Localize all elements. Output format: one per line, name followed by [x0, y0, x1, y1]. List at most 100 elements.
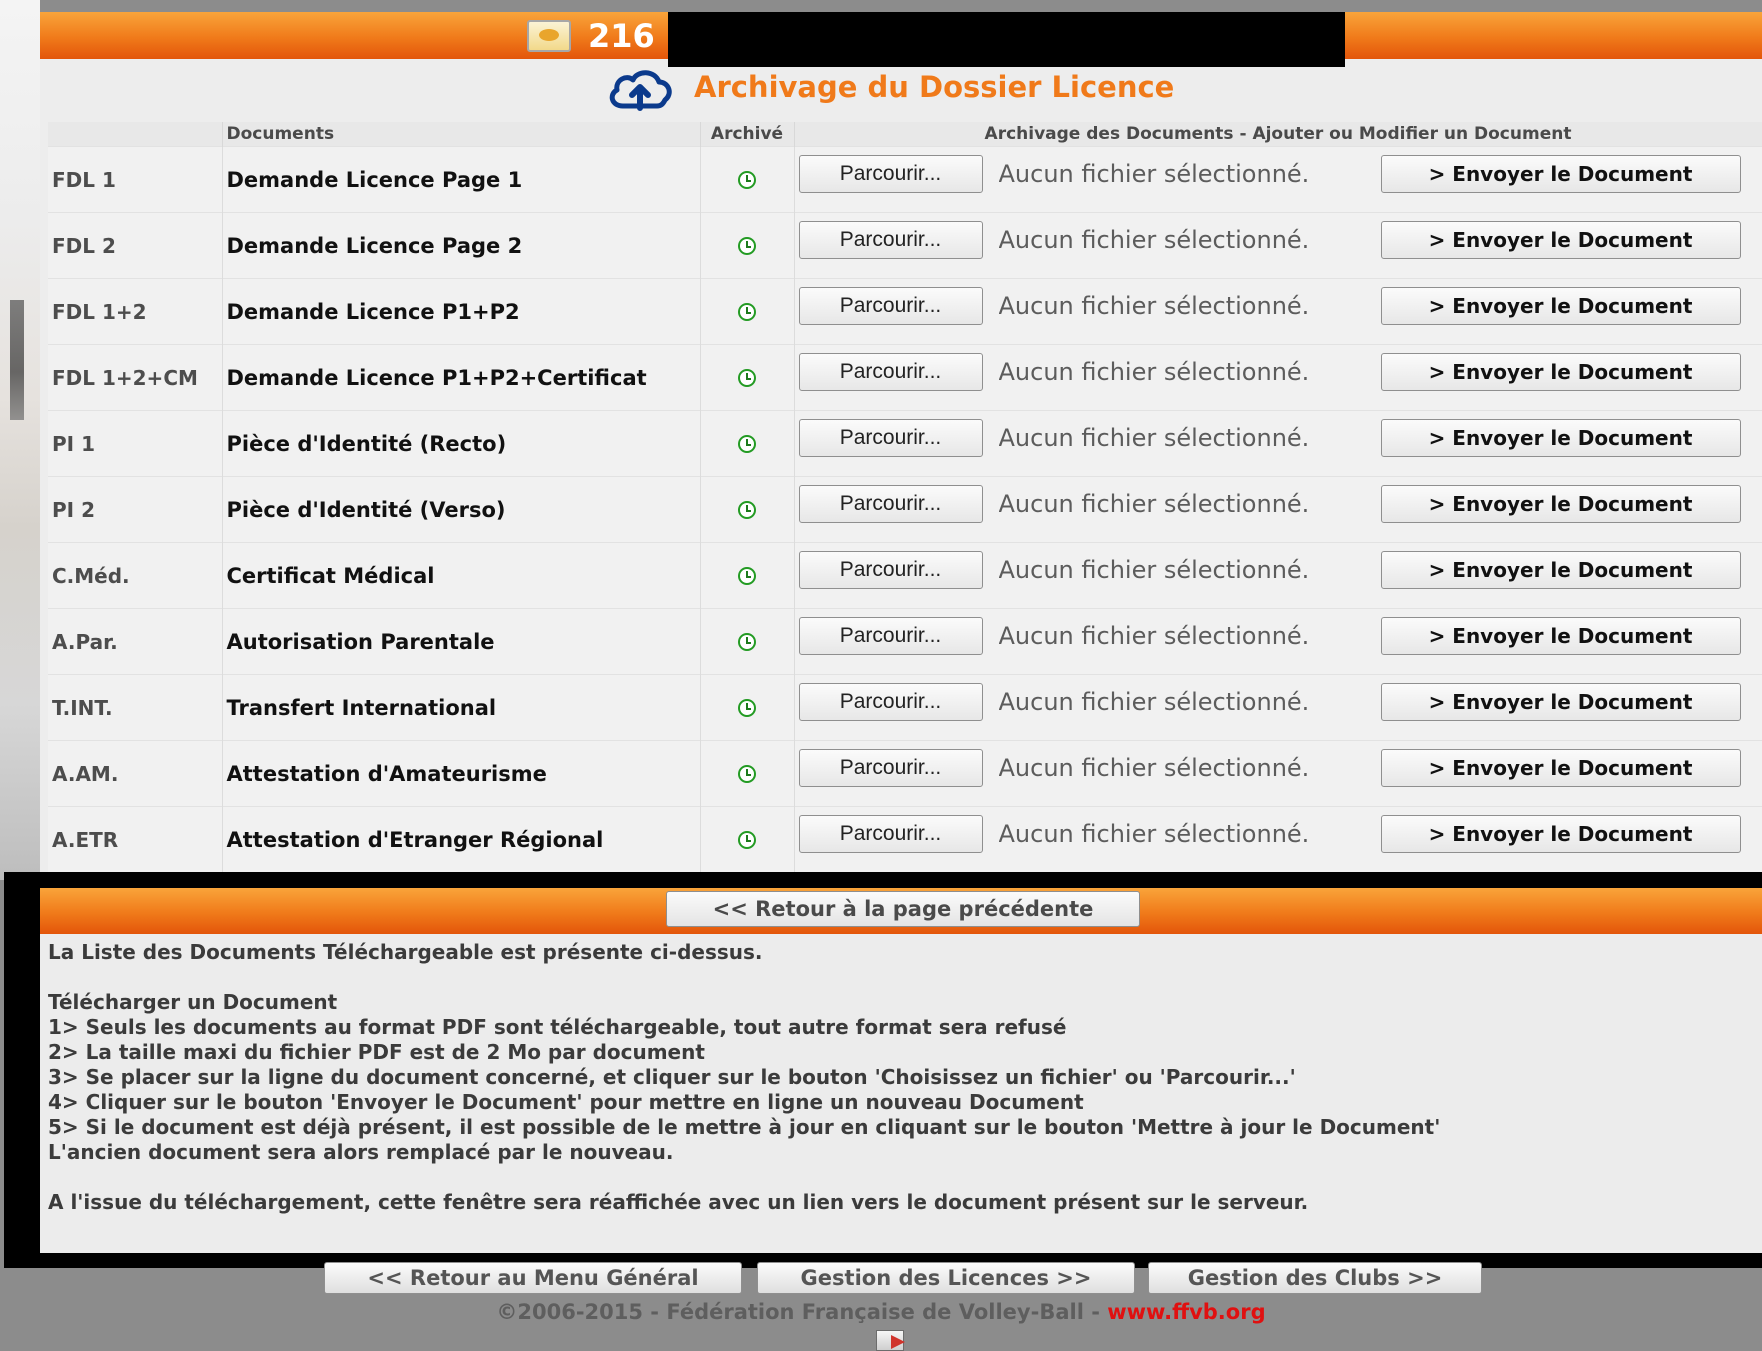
send-document-button[interactable]: > Envoyer le Document: [1380, 154, 1741, 193]
selected-file-status: Aucun fichier sélectionné.: [998, 753, 1310, 782]
upload-cell: Parcourir... Aucun fichier sélectionné. > …: [794, 410, 1762, 477]
ffvb-site-link[interactable]: www.ffvb.org: [1107, 1300, 1265, 1324]
send-document-button[interactable]: > Envoyer le Document: [1380, 550, 1741, 589]
archived-cell: [700, 410, 795, 477]
page-title: 216: [588, 17, 655, 55]
document-label: Demande Licence Page 2: [222, 212, 701, 279]
send-document-button[interactable]: > Envoyer le Document: [1380, 352, 1741, 391]
instruction-step: 5> Si le document est déjà présent, il e…: [48, 1115, 1441, 1139]
upload-controls: Parcourir... Aucun fichier sélectionné. > …: [798, 550, 1758, 589]
document-code: C.Méd.: [48, 542, 223, 609]
upload-controls: Parcourir... Aucun fichier sélectionné. > …: [798, 352, 1758, 391]
document-label: Demande Licence Page 1: [222, 146, 701, 213]
browse-button[interactable]: Parcourir...: [798, 748, 983, 787]
document-code: FDL 1: [48, 146, 223, 213]
selected-file-status: Aucun fichier sélectionné.: [998, 621, 1310, 650]
send-document-button[interactable]: > Envoyer le Document: [1380, 682, 1741, 721]
document-code: PI 2: [48, 476, 223, 543]
exit-icon[interactable]: [876, 1330, 905, 1351]
selected-file-status: Aucun fichier sélectionné.: [998, 489, 1310, 518]
document-label: Attestation d'Amateurisme: [222, 740, 701, 807]
cloud-upload-icon: [609, 70, 672, 111]
copyright-text: ©2006-2015 - Fédération Française de Vol…: [496, 1300, 1108, 1324]
clock-icon: [738, 171, 756, 190]
document-code: A.Par.: [48, 608, 223, 675]
archived-cell: [700, 212, 795, 279]
upload-cell: Parcourir... Aucun fichier sélectionné. > …: [794, 476, 1762, 543]
upload-controls: Parcourir... Aucun fichier sélectionné. > …: [798, 814, 1758, 853]
browse-button[interactable]: Parcourir...: [798, 154, 983, 193]
upload-cell: Parcourir... Aucun fichier sélectionné. > …: [794, 212, 1762, 279]
document-label: Pièce d'Identité (Recto): [222, 410, 701, 477]
document-code: FDL 1+2+CM: [48, 344, 223, 411]
selected-file-status: Aucun fichier sélectionné.: [998, 555, 1310, 584]
licences-management-button[interactable]: Gestion des Licences >>: [757, 1262, 1135, 1294]
background-strip: [0, 0, 40, 880]
instruction-step: 4> Cliquer sur le bouton 'Envoyer le Doc…: [48, 1090, 1084, 1114]
browse-button[interactable]: Parcourir...: [798, 220, 983, 259]
upload-cell: Parcourir... Aucun fichier sélectionné. > …: [794, 674, 1762, 741]
upload-cell: Parcourir... Aucun fichier sélectionné. > …: [794, 344, 1762, 411]
browse-button[interactable]: Parcourir...: [798, 550, 983, 589]
browse-button[interactable]: Parcourir...: [798, 484, 983, 523]
section-title: Archivage du Dossier Licence: [694, 70, 1175, 104]
clock-icon: [738, 633, 756, 652]
document-label: Demande Licence P1+P2: [222, 278, 701, 345]
clock-icon: [738, 303, 756, 322]
table-row: FDL 1 Demande Licence Page 1 Parcourir... A…: [48, 146, 1762, 213]
main-panel: 216 Archivage du Dossier Licence Documen…: [40, 12, 1762, 884]
browse-button[interactable]: Parcourir...: [798, 814, 983, 853]
upload-cell: Parcourir... Aucun fichier sélectionné. > …: [794, 608, 1762, 675]
clock-icon: [738, 765, 756, 784]
back-to-previous-page-button[interactable]: << Retour à la page précédente: [666, 891, 1140, 927]
upload-cell: Parcourir... Aucun fichier sélectionné. > …: [794, 740, 1762, 807]
back-to-main-menu-button[interactable]: << Retour au Menu Général: [324, 1262, 742, 1294]
archived-cell: [700, 146, 795, 213]
section-header: Archivage du Dossier Licence: [40, 64, 1762, 120]
info-panel: << Retour à la page précédente La Liste …: [40, 888, 1762, 1253]
send-document-button[interactable]: > Envoyer le Document: [1380, 814, 1741, 853]
documents-table: Documents Archivé Archivage des Document…: [48, 122, 1762, 872]
document-code: T.INT.: [48, 674, 223, 741]
send-document-button[interactable]: > Envoyer le Document: [1380, 484, 1741, 523]
documents-table-body: FDL 1 Demande Licence Page 1 Parcourir... A…: [48, 146, 1762, 872]
send-document-button[interactable]: > Envoyer le Document: [1380, 286, 1741, 325]
browse-button[interactable]: Parcourir...: [798, 616, 983, 655]
document-code: A.AM.: [48, 740, 223, 807]
send-document-button[interactable]: > Envoyer le Document: [1380, 220, 1741, 259]
browse-button[interactable]: Parcourir...: [798, 286, 983, 325]
clock-icon: [738, 699, 756, 718]
archived-cell: [700, 278, 795, 345]
browse-button[interactable]: Parcourir...: [798, 352, 983, 391]
clock-icon: [738, 501, 756, 520]
send-document-button[interactable]: > Envoyer le Document: [1380, 418, 1741, 457]
clubs-management-button[interactable]: Gestion des Clubs >>: [1148, 1262, 1482, 1294]
upload-cell: Parcourir... Aucun fichier sélectionné. > …: [794, 806, 1762, 872]
clock-icon: [738, 831, 756, 850]
upload-controls: Parcourir... Aucun fichier sélectionné. > …: [798, 418, 1758, 457]
document-label: Demande Licence P1+P2+Certificat: [222, 344, 701, 411]
upload-controls: Parcourir... Aucun fichier sélectionné. > …: [798, 286, 1758, 325]
send-document-button[interactable]: > Envoyer le Document: [1380, 616, 1741, 655]
instructions-outro: A l'issue du téléchargement, cette fenêt…: [48, 1190, 1309, 1214]
browse-button[interactable]: Parcourir...: [798, 682, 983, 721]
info-bar: << Retour à la page précédente: [40, 888, 1762, 934]
column-header-code: [48, 122, 223, 147]
selected-file-status: Aucun fichier sélectionné.: [998, 687, 1310, 716]
document-code: PI 1: [48, 410, 223, 477]
archived-cell: [700, 740, 795, 807]
document-label: Pièce d'Identité (Verso): [222, 476, 701, 543]
instructions-intro: La Liste des Documents Téléchargeable es…: [48, 940, 763, 964]
browse-button[interactable]: Parcourir...: [798, 418, 983, 457]
document-label: Certificat Médical: [222, 542, 701, 609]
copyright-footer: ©2006-2015 - Fédération Française de Vol…: [0, 1300, 1762, 1324]
selected-file-status: Aucun fichier sélectionné.: [998, 819, 1310, 848]
column-header-archived: Archivé: [700, 122, 795, 147]
table-row: A.AM. Attestation d'Amateurisme Parcourir.…: [48, 740, 1762, 807]
upload-controls: Parcourir... Aucun fichier sélectionné. > …: [798, 748, 1758, 787]
document-label: Autorisation Parentale: [222, 608, 701, 675]
clock-icon: [738, 237, 756, 256]
send-document-button[interactable]: > Envoyer le Document: [1380, 748, 1741, 787]
